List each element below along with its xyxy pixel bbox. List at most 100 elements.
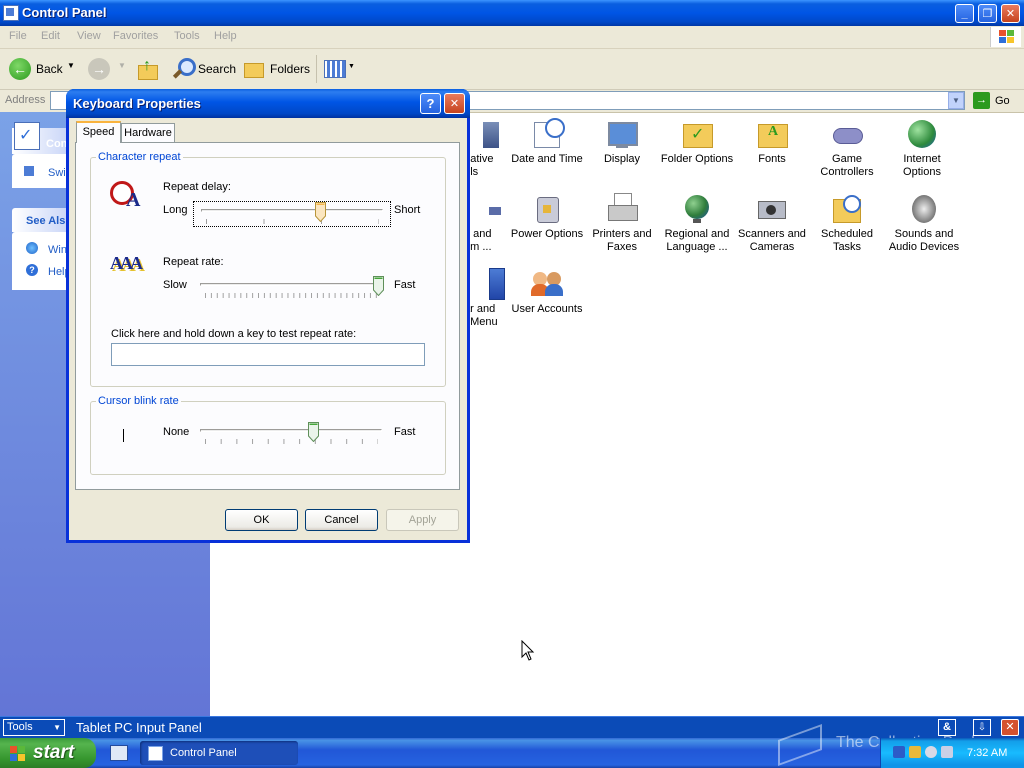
folder-options-icon: ✓ [681, 118, 713, 150]
fonts-folder-icon: A [756, 118, 788, 150]
go-button[interactable]: Go [995, 95, 1010, 107]
apply-button[interactable]: Apply [386, 509, 459, 531]
menu-help[interactable]: Help [214, 30, 237, 42]
tray-volume-icon[interactable] [925, 746, 937, 758]
back-arrow-icon[interactable]: ← [9, 58, 31, 80]
repeat-rate-track [200, 283, 382, 286]
windows-flag-icon [10, 746, 26, 761]
see-also-box: Win ? Help [12, 232, 72, 290]
minimize-button[interactable]: _ [955, 4, 974, 23]
back-dropdown-icon[interactable]: ▼ [67, 61, 75, 70]
game-controllers-item[interactable]: Game Controllers [809, 118, 885, 179]
switch-view-icon [24, 166, 34, 176]
test-repeat-input[interactable] [111, 343, 425, 366]
up-folder-icon[interactable]: ↑ [136, 57, 158, 80]
task-label: Control Panel [170, 747, 237, 759]
power-options-item[interactable]: Power Options [509, 193, 585, 241]
address-dropdown-icon[interactable]: ▼ [948, 92, 964, 109]
repeat-rate-slider[interactable] [193, 276, 391, 302]
menu-tools[interactable]: Tools [174, 30, 200, 42]
see-also-header[interactable]: See Als [12, 208, 72, 232]
forward-dropdown-icon: ▼ [118, 61, 126, 70]
dialog-titlebar[interactable]: Keyboard Properties ? ✕ [66, 89, 470, 118]
tablet-tools-dropdown[interactable]: Tools ▼ [3, 719, 65, 736]
scanner-camera-icon [756, 193, 788, 225]
tablet-tools-label: Tools [7, 721, 33, 733]
window-title: Control Panel [22, 5, 107, 20]
control-panel-icon [3, 5, 19, 21]
dialog-close-button[interactable]: ✕ [444, 93, 465, 114]
views-icon[interactable] [324, 60, 346, 78]
tray-network-icon[interactable] [909, 746, 921, 758]
tray-clock[interactable]: 7:32 AM [967, 747, 1007, 759]
printer-icon [606, 193, 638, 225]
date-time-item[interactable]: Date and Time [509, 118, 585, 166]
tab-hardware[interactable]: Hardware [121, 123, 175, 142]
tab-speed[interactable]: Speed [76, 121, 121, 143]
tray-pen-icon[interactable] [893, 746, 905, 758]
window-titlebar[interactable]: Control Panel _ ❐ ✕ [0, 0, 1024, 26]
repeat-delay-ticks [206, 219, 379, 224]
printers-faxes-item[interactable]: Printers and Faxes [584, 193, 660, 254]
see-also-windows-link[interactable]: Win [48, 244, 67, 256]
folders-icon[interactable] [244, 59, 264, 78]
display-icon [606, 118, 638, 150]
power-plug-icon [531, 193, 563, 225]
fonts-item[interactable]: A Fonts [734, 118, 810, 166]
sounds-audio-item[interactable]: Sounds and Audio Devices [884, 193, 964, 254]
search-button[interactable]: Search [198, 62, 236, 76]
toolbar: ← Back ▼ → ▼ ↑ Search Folders ▼ [0, 49, 1024, 90]
cursor-icon [123, 429, 124, 442]
folder-options-item[interactable]: ✓ Folder Options [659, 118, 735, 166]
internet-options-item[interactable]: Internet Options [884, 118, 960, 179]
menu-file[interactable]: File [9, 30, 27, 42]
help-icon: ? [26, 264, 38, 276]
help-question-button[interactable]: ? [420, 93, 441, 114]
menu-view[interactable]: View [77, 30, 101, 42]
menu-bar: File Edit View Favorites Tools Help [0, 26, 1024, 49]
display-item[interactable]: Display [584, 118, 660, 166]
folders-button[interactable]: Folders [270, 62, 310, 76]
quicklaunch-show-desktop-icon[interactable] [110, 745, 128, 761]
control-panel-panel-header[interactable]: ✓ Cont [12, 122, 72, 154]
repeat-delay-icon: A [110, 179, 144, 213]
icon-label: Display [603, 153, 641, 165]
users-icon [531, 268, 563, 300]
dialog-title: Keyboard Properties [73, 96, 201, 111]
close-button[interactable]: ✕ [1001, 4, 1020, 23]
cancel-button[interactable]: Cancel [305, 509, 378, 531]
icon-label: Internet Options [903, 153, 941, 178]
cursor-blink-track [200, 429, 382, 432]
repeat-delay-track [201, 209, 383, 212]
switch-view-link[interactable]: Swi [48, 167, 66, 179]
menu-favorites[interactable]: Favorites [113, 30, 158, 42]
ok-button[interactable]: OK [225, 509, 298, 531]
cursor-blink-thumb[interactable] [308, 422, 320, 443]
icon-label: Folder Options [660, 153, 734, 165]
search-icon[interactable] [172, 58, 196, 80]
mouse-cursor-icon [521, 639, 535, 665]
restore-button[interactable]: ❐ [978, 4, 997, 23]
taskbar-task-control-panel[interactable]: Control Panel [140, 741, 298, 765]
icon-label: Scanners and Cameras [738, 228, 806, 253]
user-accounts-item[interactable]: User Accounts [509, 268, 585, 316]
regional-language-item[interactable]: Regional and Language ... [659, 193, 735, 254]
go-arrow-icon[interactable]: → [973, 92, 990, 109]
views-dropdown-icon[interactable]: ▼ [348, 63, 355, 70]
scheduled-tasks-item[interactable]: Scheduled Tasks [809, 193, 885, 254]
scanners-cameras-item[interactable]: Scanners and Cameras [734, 193, 810, 254]
forward-arrow-icon: → [88, 58, 110, 80]
back-button[interactable]: Back [36, 62, 63, 76]
start-button[interactable]: start [0, 738, 96, 768]
tablet-close-button[interactable]: ✕ [1001, 719, 1019, 736]
cursor-blink-slider[interactable] [193, 422, 391, 448]
menu-edit[interactable]: Edit [41, 30, 60, 42]
tray-security-icon[interactable] [941, 746, 953, 758]
switch-view-box: Swi [12, 154, 72, 188]
icon-label: Scheduled Tasks [821, 228, 873, 253]
icon-label: User Accounts [511, 303, 583, 315]
repeat-rate-thumb[interactable] [372, 276, 384, 297]
gamepad-icon [831, 118, 863, 150]
repeat-delay-slider[interactable] [193, 201, 391, 227]
repeat-delay-thumb[interactable] [314, 202, 326, 223]
